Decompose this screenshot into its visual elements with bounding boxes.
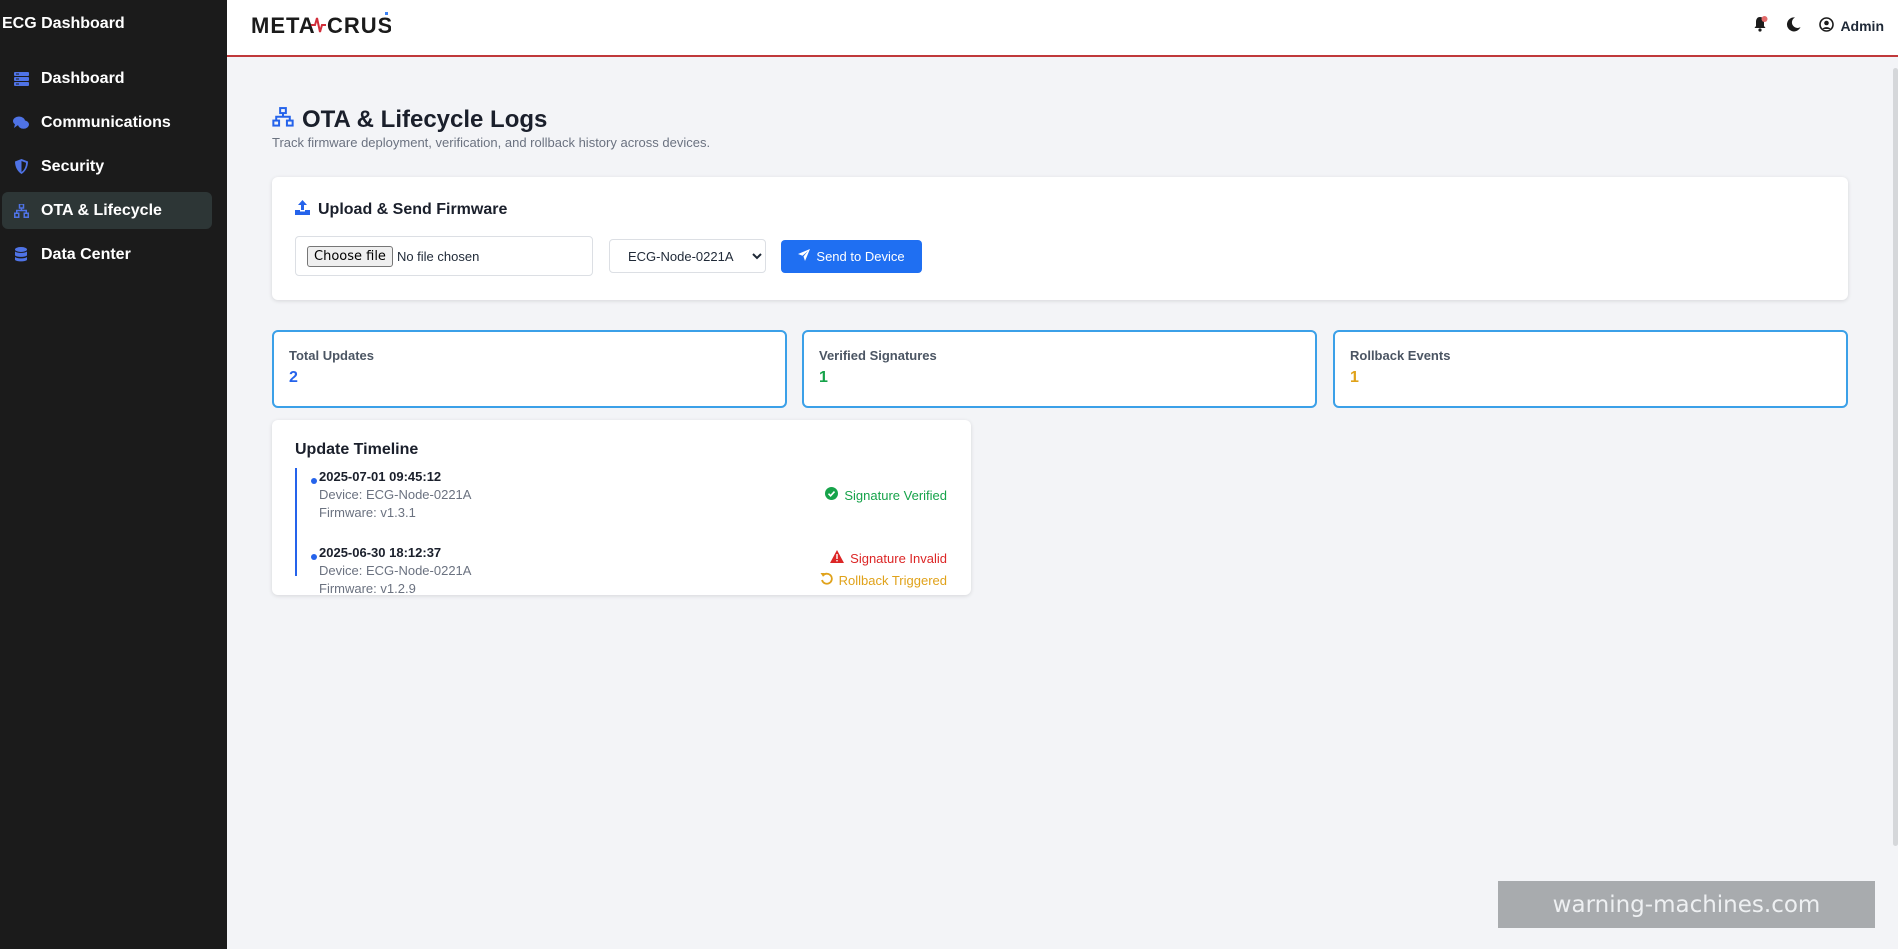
app-title: ECG Dashboard <box>2 15 125 32</box>
notification-bell-icon[interactable] <box>1752 16 1768 35</box>
sidebar-item-communications[interactable]: Communications <box>2 104 212 141</box>
timeline-device: Device: ECG-Node-0221A <box>319 487 472 502</box>
status-signature-invalid: Signature Invalid <box>830 550 947 566</box>
dashboard-icon <box>13 71 29 87</box>
stat-value: 1 <box>819 369 828 386</box>
stat-rollback-events: Rollback Events 1 <box>1333 330 1848 408</box>
timeline-time: 2025-07-01 09:45:12 <box>319 469 442 484</box>
timeline-firmware: Firmware: v1.3.1 <box>319 505 416 520</box>
send-button-label: Send to Device <box>816 249 905 264</box>
user-circle-icon <box>1819 16 1835 35</box>
dark-mode-moon-icon[interactable] <box>1786 16 1801 35</box>
shield-icon <box>13 159 29 175</box>
stat-value: 1 <box>1350 369 1359 386</box>
watermark: warning-machines.com <box>1498 881 1875 928</box>
paper-plane-icon <box>798 249 811 264</box>
sidebar-item-label: Security <box>41 157 105 175</box>
sidebar-item-label: OTA & Lifecycle <box>41 201 162 219</box>
timeline-dot <box>311 478 317 484</box>
sidebar-item-data-center[interactable]: Data Center <box>2 236 212 273</box>
timeline-firmware: Firmware: v1.2.9 <box>319 581 416 596</box>
user-name: Admin <box>1840 17 1884 34</box>
status-label: Signature Invalid <box>850 550 947 566</box>
status-signature-verified: Signature Verified <box>825 487 947 503</box>
update-timeline-card: Update Timeline 2025-07-01 09:45:12 Devi… <box>272 420 971 596</box>
stat-label: Total Updates <box>289 348 374 363</box>
stat-label: Rollback Events <box>1350 348 1451 363</box>
send-to-device-button[interactable]: Send to Device <box>781 240 922 273</box>
sidebar-item-label: Communications <box>41 113 171 131</box>
status-rollback-triggered: Rollback Triggered <box>820 572 947 588</box>
svg-text:META: META <box>251 13 316 38</box>
page-title: OTA & Lifecycle Logs <box>272 106 547 134</box>
sidebar-nav: Dashboard Communications Security OTA & … <box>0 60 227 273</box>
timeline: 2025-07-01 09:45:12 Device: ECG-Node-022… <box>295 468 947 596</box>
svg-text:CRUST: CRUST <box>327 13 391 38</box>
comments-icon <box>13 115 29 131</box>
page-title-text: OTA & Lifecycle Logs <box>302 106 548 133</box>
stat-label: Verified Signatures <box>819 348 937 363</box>
sidebar-item-dashboard[interactable]: Dashboard <box>2 60 212 97</box>
page-subtitle: Track firmware deployment, verification,… <box>272 135 711 150</box>
stat-value: 2 <box>289 369 298 386</box>
timeline-dot <box>311 554 317 560</box>
upload-icon <box>295 200 310 220</box>
firmware-file-input[interactable]: Choose file No file chosen <box>295 236 593 276</box>
upload-card-title-text: Upload & Send Firmware <box>318 201 508 218</box>
status-label: Rollback Triggered <box>838 572 947 588</box>
rollback-icon <box>820 572 833 588</box>
user-menu[interactable]: Admin <box>1819 16 1884 35</box>
sidebar: ECG Dashboard Dashboard Communications S… <box>0 0 227 949</box>
metacrust-logo: META CRUST <box>251 10 407 40</box>
sidebar-item-label: Dashboard <box>41 69 125 87</box>
database-icon <box>13 247 29 263</box>
stat-verified-signatures: Verified Signatures 1 <box>802 330 1317 408</box>
page-scrollbar[interactable] <box>1893 68 1898 846</box>
file-status-text: No file chosen <box>396 248 480 264</box>
timeline-time: 2025-06-30 18:12:37 <box>319 545 442 560</box>
timeline-title: Update Timeline <box>295 441 419 458</box>
device-select[interactable]: ECG-Node-0221A <box>609 239 766 273</box>
check-circle-icon <box>825 487 839 503</box>
timeline-device: Device: ECG-Node-0221A <box>319 563 472 578</box>
topbar: META CRUST Admin <box>227 0 1898 57</box>
network-icon <box>13 203 29 219</box>
upload-firmware-card: Upload & Send Firmware Choose file No fi… <box>272 177 1848 300</box>
network-icon <box>272 106 294 134</box>
sidebar-item-security[interactable]: Security <box>2 148 212 185</box>
choose-file-button[interactable]: Choose file <box>307 245 393 267</box>
top-actions: Admin <box>1752 16 1884 35</box>
upload-card-title: Upload & Send Firmware <box>295 200 507 220</box>
sidebar-item-label: Data Center <box>41 245 131 263</box>
status-label: Signature Verified <box>844 487 947 503</box>
stat-total-updates: Total Updates 2 <box>272 330 787 408</box>
sidebar-item-ota-lifecycle[interactable]: OTA & Lifecycle <box>2 192 212 229</box>
warning-icon <box>830 550 845 566</box>
